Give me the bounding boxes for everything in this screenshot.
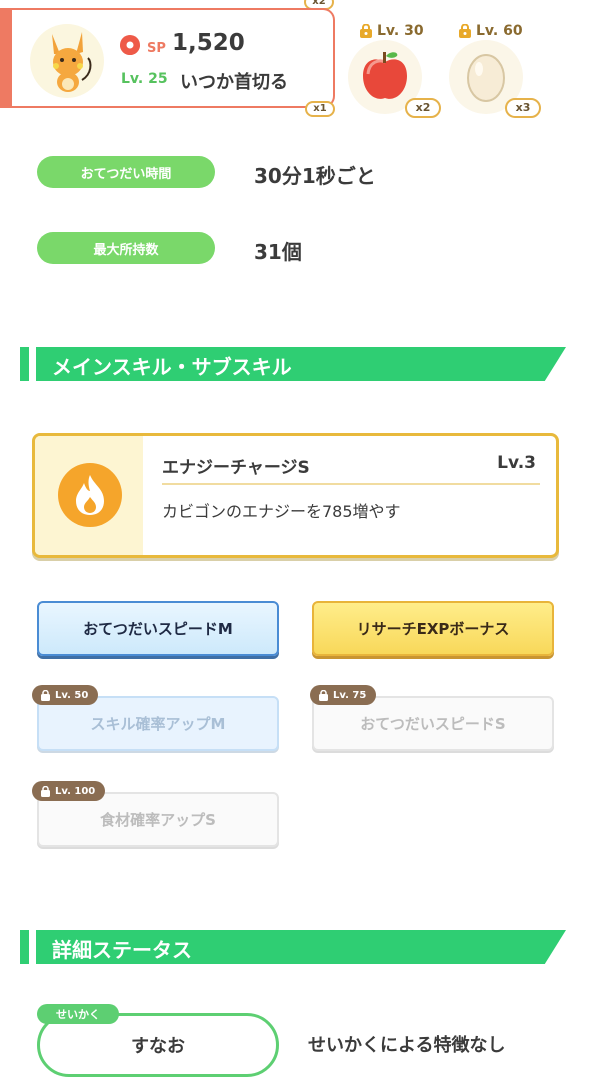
sub-skill-unlock-tag: Lv. 50 — [32, 685, 99, 705]
section-title: メインスキル・サブスキル — [52, 355, 292, 379]
pokeball-icon — [120, 35, 140, 55]
sub-skill-label: スキル確率アップM — [90, 715, 226, 733]
ingredient-count-badge: x3 — [505, 98, 541, 118]
sub-skill-1-button[interactable]: おてつだいスピードM — [37, 601, 279, 656]
sub-skill-unlock-tag: Lv. 75 — [310, 685, 377, 705]
sub-skill-label: おてつだいスピードM — [83, 620, 233, 638]
sub-skill-label: リサーチEXPボーナス — [356, 620, 510, 638]
section-title: 詳細ステータス — [52, 938, 192, 962]
ingredient-unlock-level: Lv. 30 — [377, 23, 424, 39]
sp-value: 1,520 — [172, 30, 245, 56]
help-time-label: おてつだい時間 — [37, 156, 215, 188]
sub-skill-2-button[interactable]: リサーチEXPボーナス — [312, 601, 554, 656]
pokemon-level: Lv. 25 — [121, 71, 168, 87]
pokemon-nickname: いつか首切る — [180, 72, 288, 93]
section-header-marker — [20, 930, 29, 964]
card-accent-bar — [0, 10, 12, 106]
sub-skill-label: おてつだいスピードS — [360, 715, 506, 733]
ingredient-unlock-level: Lv. 60 — [476, 23, 523, 39]
unlock-level: Lv. 75 — [333, 689, 367, 701]
lock-icon — [360, 24, 372, 38]
lock-icon — [41, 785, 50, 797]
help-time-value: 30分1秒ごと — [254, 164, 376, 188]
ingredient-unlock-header: Lv. 30 — [359, 22, 424, 40]
lock-icon — [41, 689, 50, 701]
sub-skill-label: 食材確率アップS — [100, 811, 216, 829]
nature-value: すなお — [131, 1036, 185, 1057]
max-carry-value: 31個 — [254, 240, 302, 264]
sub-skill-unlock-tag: Lv. 100 — [32, 781, 106, 801]
main-skill-icon — [58, 463, 122, 527]
lock-icon — [459, 24, 471, 38]
nature-tag: せいかく — [37, 1004, 119, 1024]
section-header-skills: メインスキル・サブスキル — [20, 347, 566, 381]
section-header-details: 詳細ステータス — [20, 930, 566, 964]
sp-label: SP — [147, 41, 166, 56]
apple-icon — [363, 52, 407, 99]
main-skill-card[interactable]: エナジーチャージS Lv.3 カビゴンのエナジーを785増やす — [32, 433, 559, 558]
divider — [162, 483, 540, 485]
lock-icon — [319, 689, 328, 701]
ingredient-count-badge: x2 — [405, 98, 441, 118]
main-skill-name: エナジーチャージS — [162, 458, 310, 478]
pokemon-avatar — [30, 24, 104, 98]
main-skill-level: Lv.3 — [497, 453, 536, 473]
unlock-level: Lv. 100 — [55, 785, 96, 797]
main-skill-description: カビゴンのエナジーを785増やす — [162, 502, 401, 521]
egg-icon — [467, 54, 505, 102]
nature-effect-text: せいかくによる特徴なし — [308, 1035, 506, 1056]
ingredient-unlock-header: Lv. 60 — [458, 22, 523, 40]
section-header-marker — [20, 347, 29, 381]
fire-icon — [76, 475, 104, 515]
unlock-level: Lv. 50 — [55, 689, 89, 701]
raichu-icon — [52, 32, 92, 92]
max-carry-label: 最大所持数 — [37, 232, 215, 264]
pokemon-summary-card[interactable]: SP 1,520 Lv. 25 いつか首切る — [0, 8, 335, 108]
ingredient-count-badge-partial: x1 — [305, 101, 335, 117]
